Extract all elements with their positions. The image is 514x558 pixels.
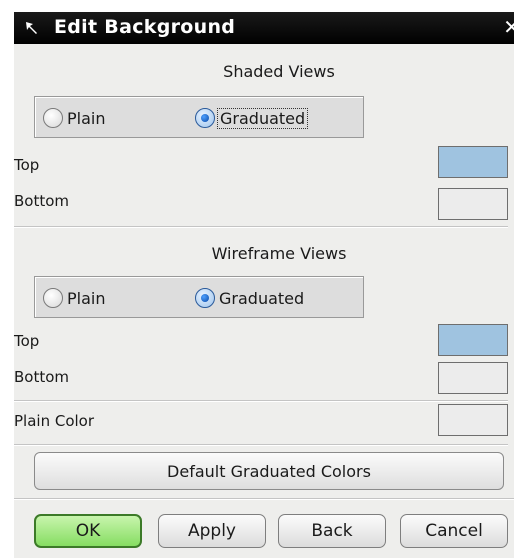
shaded-plain-label: Plain [67, 108, 106, 128]
wireframe-plain-label: Plain [67, 288, 106, 308]
wireframe-graduated-label: Graduated [219, 288, 305, 308]
plain-color-label: Plain Color [14, 412, 95, 430]
wireframe-plain-radio[interactable]: Plain [43, 286, 107, 310]
plain-color-swatch[interactable] [438, 404, 508, 436]
radio-checked-icon [195, 108, 215, 128]
default-graduated-colors-button[interactable]: Default Graduated Colors [34, 452, 504, 490]
radio-checked-icon [195, 288, 215, 308]
apply-button[interactable]: Apply [158, 514, 266, 548]
back-button[interactable]: Back [278, 514, 386, 548]
radio-unchecked-icon [43, 288, 63, 308]
wireframe-bottom-label: Bottom [14, 368, 70, 386]
section-divider [14, 226, 508, 228]
shaded-top-color-swatch[interactable] [438, 146, 508, 178]
shaded-graduated-label: Graduated [217, 107, 309, 129]
wireframe-mode-radio-group: Plain Graduated [34, 276, 364, 318]
shaded-bottom-label: Bottom [14, 192, 70, 210]
shaded-graduated-radio[interactable]: Graduated [195, 106, 309, 130]
title-bar[interactable]: Edit Background ✕ [14, 12, 514, 44]
shaded-bottom-color-swatch[interactable] [438, 188, 508, 220]
pin-icon[interactable] [22, 18, 42, 38]
wireframe-top-label: Top [14, 332, 40, 350]
wireframe-graduated-radio[interactable]: Graduated [195, 286, 306, 310]
edit-background-dialog: Edit Background ✕ Shaded Views Plain Gra… [14, 12, 514, 558]
shaded-mode-radio-group: Plain Graduated [34, 96, 364, 138]
cancel-button[interactable]: Cancel [400, 514, 508, 548]
shaded-views-heading: Shaded Views [223, 62, 335, 81]
ok-button[interactable]: OK [34, 514, 142, 548]
dialog-title: Edit Background [54, 16, 236, 38]
footer-divider [14, 498, 514, 500]
shaded-top-label: Top [14, 156, 40, 174]
section-divider [14, 400, 508, 402]
shaded-plain-radio[interactable]: Plain [43, 106, 107, 130]
close-icon[interactable]: ✕ [503, 15, 514, 39]
wireframe-bottom-color-swatch[interactable] [438, 362, 508, 394]
section-divider [14, 444, 508, 446]
wireframe-views-heading: Wireframe Views [211, 244, 347, 263]
radio-unchecked-icon [43, 108, 63, 128]
wireframe-top-color-swatch[interactable] [438, 324, 508, 356]
